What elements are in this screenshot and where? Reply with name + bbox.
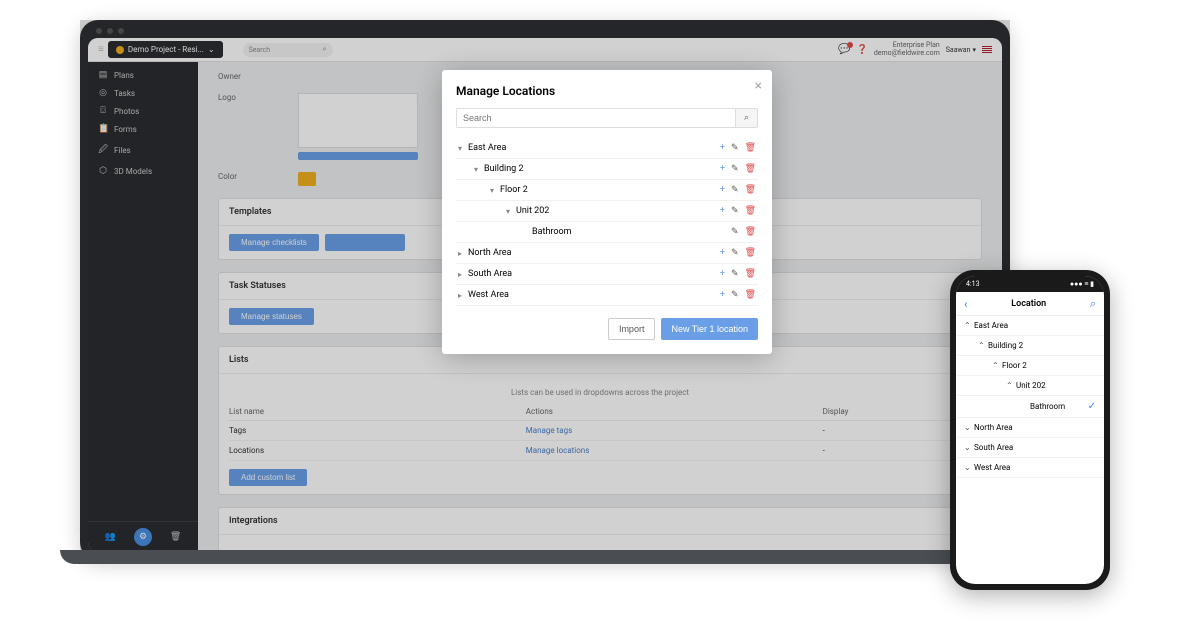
caret-icon[interactable]: ⌃ [978,341,988,350]
add-icon[interactable]: + [720,248,725,258]
caret-icon[interactable]: ⌄ [964,423,974,432]
location-name: Building 2 [484,164,720,174]
phone-location-row[interactable]: ⌄North Area [956,418,1104,438]
phone-location-row[interactable]: ⌃East Area [956,316,1104,336]
add-icon[interactable]: + [720,269,725,279]
phone-status-icons: ●●● ≡ ▮ [1070,280,1094,288]
caret-icon[interactable]: ⌄ [964,463,974,472]
delete-icon[interactable]: 🗑 [745,290,756,300]
modal-title: Manage Locations [456,84,758,98]
check-icon: ✓ [1088,401,1096,412]
location-name: North Area [468,248,720,258]
manage-locations-modal: × Manage Locations ⌕ ▾East Area+✎🗑▾Build… [442,70,772,354]
location-row[interactable]: ▸South Area+ ✎ 🗑 [456,264,758,285]
caret-icon[interactable]: ▾ [458,144,468,153]
location-name: Bathroom [532,227,731,237]
location-row[interactable]: Bathroom✎ 🗑 [456,222,758,243]
delete-icon[interactable]: 🗑 [745,269,756,279]
close-icon[interactable]: × [755,78,762,94]
delete-icon[interactable]: 🗑 [745,164,756,174]
location-name: West Area [974,463,1096,472]
edit-icon[interactable]: ✎ [731,248,739,258]
caret-icon[interactable]: ▾ [506,207,516,216]
location-name: West Area [468,290,720,300]
location-name: Floor 2 [1002,361,1096,370]
location-row[interactable]: ▾Unit 202+ ✎ 🗑 [456,201,758,222]
edit-icon[interactable]: ✎ [731,164,739,174]
location-row[interactable]: ▾Floor 2+ ✎ 🗑 [456,180,758,201]
edit-icon[interactable]: ✎ [731,185,739,195]
caret-icon[interactable]: ▸ [458,291,468,300]
new-tier1-location-button[interactable]: New Tier 1 location [661,318,758,340]
phone-title: Location [1011,299,1046,309]
phone-time: 4:13 [966,280,980,288]
delete-icon[interactable]: 🗑 [745,248,756,258]
add-icon[interactable]: + [720,164,725,174]
phone-location-row[interactable]: Bathroom✓ [956,396,1104,418]
location-name: Building 2 [988,341,1096,350]
location-row[interactable]: ▾Building 2+ ✎ 🗑 [456,159,758,180]
delete-icon[interactable]: 🗑 [745,206,756,216]
add-icon[interactable]: + [720,290,725,300]
location-name: Bathroom [1030,402,1088,411]
back-icon[interactable]: ‹ [964,297,968,311]
location-search-input[interactable] [457,109,735,127]
phone-location-row[interactable]: ⌃Floor 2 [956,356,1104,376]
phone-location-row[interactable]: ⌃Building 2 [956,336,1104,356]
location-row[interactable]: ▸North Area+ ✎ 🗑 [456,243,758,264]
caret-icon[interactable]: ▾ [474,165,484,174]
delete-icon[interactable]: 🗑 [745,227,756,237]
caret-icon[interactable]: ⌄ [964,443,974,452]
add-icon[interactable]: + [720,143,725,153]
location-name: East Area [468,143,720,153]
location-name: North Area [974,423,1096,432]
location-row[interactable]: ▾East Area+ ✎ 🗑 [456,138,758,159]
edit-icon[interactable]: ✎ [731,206,739,216]
search-icon[interactable]: ⌕ [735,109,757,127]
location-name: Unit 202 [1016,381,1096,390]
caret-icon[interactable]: ▾ [490,186,500,195]
caret-icon[interactable]: ⌃ [964,321,974,330]
location-row[interactable]: ▸West Area+ ✎ 🗑 [456,285,758,306]
caret-icon[interactable]: ⌃ [1006,381,1016,390]
edit-icon[interactable]: ✎ [731,290,739,300]
add-icon[interactable]: + [720,206,725,216]
caret-icon[interactable]: ⌃ [992,361,1002,370]
location-name: Unit 202 [516,206,720,216]
location-name: East Area [974,321,1096,330]
phone-location-row[interactable]: ⌄South Area [956,438,1104,458]
caret-icon[interactable]: ▸ [458,270,468,279]
edit-icon[interactable]: ✎ [731,143,739,153]
location-name: South Area [468,269,720,279]
import-button[interactable]: Import [608,318,656,340]
search-icon[interactable]: ⌕ [1090,297,1096,311]
edit-icon[interactable]: ✎ [731,227,739,237]
phone-location-row[interactable]: ⌃Unit 202 [956,376,1104,396]
delete-icon[interactable]: 🗑 [745,143,756,153]
location-name: Floor 2 [500,185,720,195]
caret-icon[interactable]: ▸ [458,249,468,258]
edit-icon[interactable]: ✎ [731,269,739,279]
delete-icon[interactable]: 🗑 [745,185,756,195]
location-name: South Area [974,443,1096,452]
add-icon[interactable]: + [720,185,725,195]
phone-location-row[interactable]: ⌄West Area [956,458,1104,478]
